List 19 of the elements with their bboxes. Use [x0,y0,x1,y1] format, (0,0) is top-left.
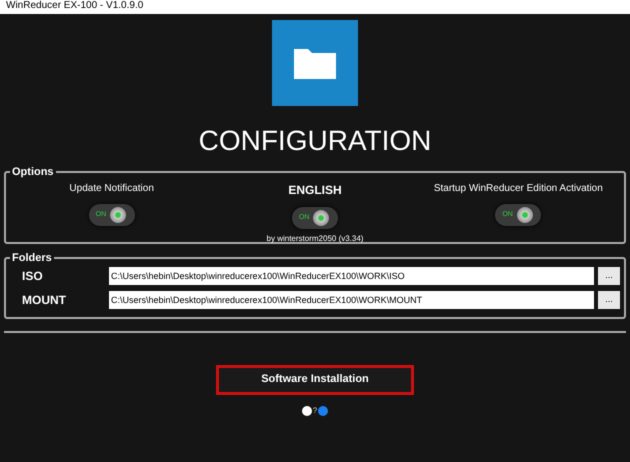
switch-knob-icon [516,206,533,222]
separator-text: ? [312,404,318,416]
browse-button[interactable]: ... [598,266,620,284]
browse-button[interactable]: ... [598,290,620,308]
group-label: Folders [11,251,53,266]
page-heading: CONFIGURATION [198,124,432,158]
switch-knob-icon [110,206,126,222]
option-label: Startup WinReducer Edition Activation [434,182,603,196]
folder-label: ISO [21,268,44,284]
window-title: WinReducer EX-100 - V1.0.9.0 [6,0,144,11]
install-button[interactable]: Software Installation [216,364,414,394]
folder-label: MOUNT [21,292,67,308]
credit-text: by winterstorm2050 (v3.34) [266,232,364,244]
switch-knob-icon [313,210,330,226]
path-field[interactable]: C:\Users\hebin\Desktop\winreducerex100\WinReducerEX100\WORK\ISO [109,266,594,284]
option-label: Update Notification [69,182,154,196]
group-label: Options [11,165,55,180]
path-field[interactable]: C:\Users\hebin\Desktop\winreducerex100\WinReducerEX100\WORK\MOUNT [109,290,594,308]
option-label: ENGLISH [288,182,342,198]
